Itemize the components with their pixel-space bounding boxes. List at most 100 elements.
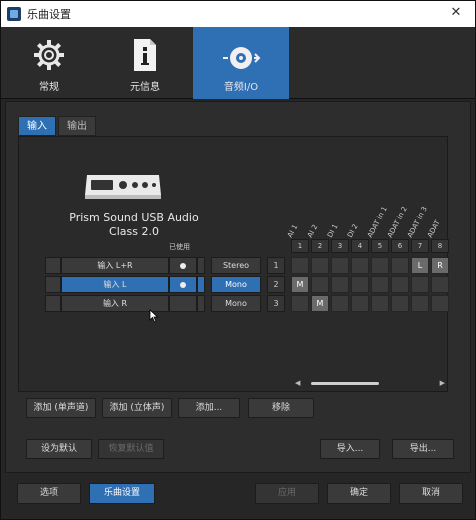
routing-cell[interactable]	[391, 295, 409, 312]
matrix-horizontal-scrollbar[interactable]: ◀ ▶	[295, 379, 445, 387]
audio-interface-image	[85, 175, 161, 199]
scrollbar-thumb[interactable]	[311, 382, 379, 385]
info-document-icon	[134, 39, 156, 71]
routing-cell[interactable]	[431, 295, 449, 312]
channel-mode[interactable]: Stereo	[211, 257, 261, 274]
audio-io-icon	[223, 47, 261, 69]
routing-cell[interactable]: L	[411, 257, 429, 274]
set-default-button[interactable]: 设为默认	[26, 439, 92, 459]
gear-icon	[34, 40, 64, 70]
routing-cell[interactable]: M	[311, 295, 329, 312]
routing-cell[interactable]	[391, 257, 409, 274]
ok-button[interactable]: 确定	[327, 483, 391, 504]
channel-used-indicator	[169, 257, 197, 274]
used-column-label: 已使用	[169, 243, 190, 251]
options-button[interactable]: 选项	[17, 483, 81, 504]
category-audio-io-label: 音频I/O	[223, 82, 259, 93]
matrix-column-label: DI 2	[345, 222, 360, 239]
device-name: Prism Sound USB Audio Class 2.0	[49, 211, 219, 239]
app-icon	[7, 7, 21, 21]
input-configuration: Prism Sound USB Audio Class 2.0 已使用 输入 L…	[18, 136, 449, 392]
category-audio-io-button[interactable]: 音频I/O	[193, 27, 289, 99]
routing-cell[interactable]	[371, 295, 389, 312]
row-spacer	[197, 257, 205, 274]
mouse-cursor-icon	[149, 309, 159, 323]
routing-cell[interactable]	[331, 257, 349, 274]
channel-mode[interactable]: Mono	[211, 295, 261, 312]
routing-cell[interactable]	[331, 295, 349, 312]
matrix-column-number: 6	[391, 239, 409, 253]
channel-name[interactable]: 输入 L+R	[61, 257, 169, 274]
tab-output[interactable]: 输出	[58, 116, 96, 136]
routing-cell[interactable]	[311, 276, 329, 293]
row-spacer	[197, 276, 205, 293]
matrix-column-number: 2	[311, 239, 329, 253]
window-title: 乐曲设置	[27, 8, 71, 21]
routing-cell[interactable]: M	[291, 276, 309, 293]
channel-used-indicator	[169, 295, 197, 312]
channel-number: 1	[267, 257, 285, 274]
export-button[interactable]: 导出...	[392, 439, 454, 459]
routing-cell[interactable]	[371, 276, 389, 293]
channel-used-indicator	[169, 276, 197, 293]
routing-cell[interactable]	[371, 257, 389, 274]
routing-cell[interactable]	[291, 257, 309, 274]
channel-number: 3	[267, 295, 285, 312]
add-mono-button[interactable]: 添加 (单声道)	[26, 398, 96, 418]
category-general-button[interactable]: 常规	[1, 27, 97, 99]
audio-io-panel: 输入 输出 Prism Sound USB Audio Class 2.0 已使…	[5, 101, 471, 473]
matrix-column-label: DI 1	[325, 222, 340, 239]
matrix-column-label: AI 2	[305, 223, 320, 239]
routing-cell[interactable]	[311, 257, 329, 274]
row-handle[interactable]	[45, 295, 61, 312]
routing-cell[interactable]	[291, 295, 309, 312]
routing-cell[interactable]	[351, 257, 369, 274]
matrix-column-number: 3	[331, 239, 349, 253]
scroll-right-icon[interactable]: ▶	[440, 379, 445, 387]
restore-default-button[interactable]: 恢复默认值	[98, 439, 164, 459]
channel-number: 2	[267, 276, 285, 293]
category-metadata-button[interactable]: 元信息	[97, 27, 193, 99]
matrix-column-label: ADAT	[425, 218, 442, 239]
scroll-left-icon[interactable]: ◀	[295, 379, 300, 387]
matrix-column-number: 8	[431, 239, 449, 253]
matrix-column-number: 4	[351, 239, 369, 253]
routing-cell[interactable]	[391, 276, 409, 293]
add-button[interactable]: 添加...	[178, 398, 240, 418]
routing-cell[interactable]	[411, 276, 429, 293]
routing-cell[interactable]	[351, 276, 369, 293]
matrix-column-number: 7	[411, 239, 429, 253]
add-stereo-button[interactable]: 添加 (立体声)	[102, 398, 172, 418]
routing-cell[interactable]	[411, 295, 429, 312]
row-spacer	[197, 295, 205, 312]
row-handle[interactable]	[45, 257, 61, 274]
routing-cell[interactable]	[331, 276, 349, 293]
close-icon[interactable]: ✕	[447, 5, 465, 20]
category-metadata-label: 元信息	[130, 82, 160, 93]
row-handle[interactable]	[45, 276, 61, 293]
title-bar: 乐曲设置 ✕	[1, 1, 475, 27]
matrix-column-number: 5	[371, 239, 389, 253]
tab-input[interactable]: 输入	[18, 116, 56, 136]
import-button[interactable]: 导入...	[320, 439, 380, 459]
category-toolbar: 常规 元信息 音频I/O	[1, 27, 475, 99]
matrix-column-number: 1	[291, 239, 309, 253]
used-dot	[180, 281, 186, 288]
io-tabs: 输入 输出	[18, 116, 96, 136]
matrix-column-label: AI 1	[285, 223, 300, 239]
routing-cell[interactable]	[431, 276, 449, 293]
remove-button[interactable]: 移除	[248, 398, 314, 418]
cancel-button[interactable]: 取消	[399, 483, 463, 504]
song-setup-window: 乐曲设置 ✕ 常规 元信息 音频I/O 输入 输出 Prism Sound US…	[0, 0, 476, 520]
channel-mode[interactable]: Mono	[211, 276, 261, 293]
channel-name[interactable]: 输入 L	[61, 276, 169, 293]
used-dot	[180, 262, 186, 269]
device-name-line2: Class 2.0	[109, 225, 159, 238]
device-name-line1: Prism Sound USB Audio	[69, 211, 199, 224]
song-setup-button[interactable]: 乐曲设置	[89, 483, 155, 504]
dialog-footer: 选项 乐曲设置 应用 确定 取消	[1, 475, 475, 519]
routing-cell[interactable]	[351, 295, 369, 312]
category-general-label: 常规	[39, 82, 59, 93]
routing-cell[interactable]: R	[431, 257, 449, 274]
apply-button[interactable]: 应用	[255, 483, 319, 504]
